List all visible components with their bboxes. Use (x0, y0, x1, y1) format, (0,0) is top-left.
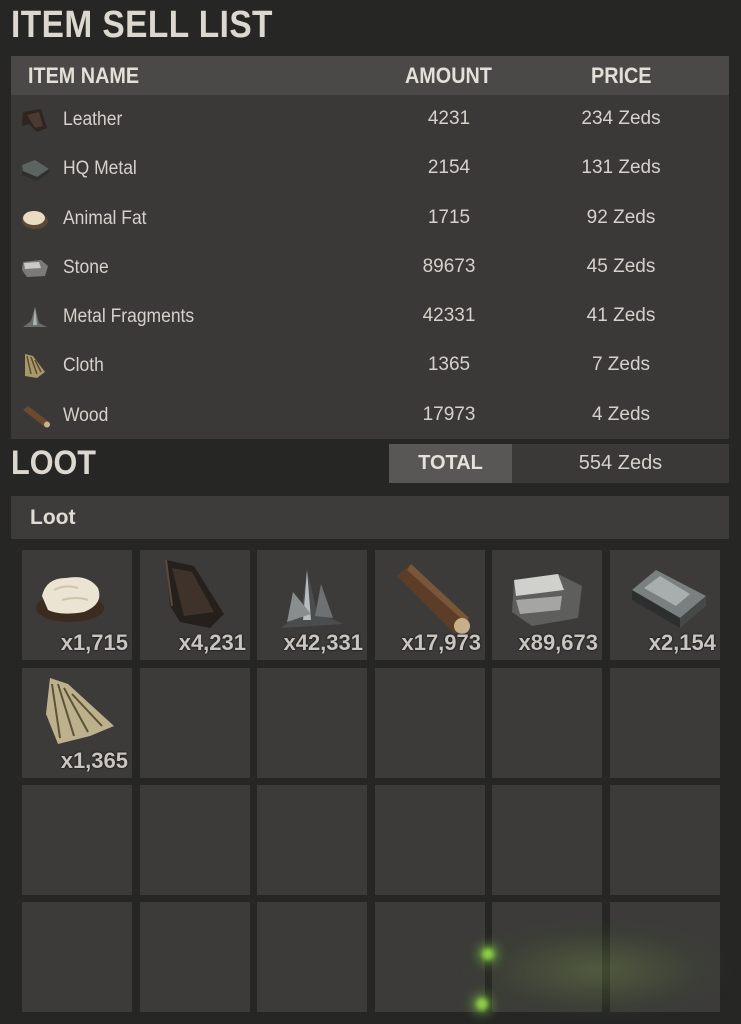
loot-slot[interactable]: x4,231 (140, 550, 250, 660)
slot-quantity: x1,715 (60, 630, 128, 655)
loot-slot[interactable]: x1,715 (22, 550, 132, 660)
empty-slot[interactable] (22, 902, 132, 1012)
metal-fragments-icon (281, 570, 343, 628)
slot-quantity: x17,973 (401, 630, 481, 655)
empty-slot[interactable] (492, 668, 602, 778)
table-header: ITEM NAME AMOUNT PRICE (11, 56, 729, 95)
stone-icon (22, 259, 48, 277)
table-row[interactable]: Animal Fat 1715 92 Zeds (11, 194, 729, 243)
table-row[interactable]: HQ Metal 2154 131 Zeds (11, 144, 729, 193)
item-price: 92 Zeds (586, 206, 656, 228)
empty-slot[interactable] (22, 785, 132, 895)
item-price: 131 Zeds (581, 157, 661, 179)
item-name: Stone (63, 256, 109, 278)
item-name: Wood (63, 404, 109, 426)
stone-icon (512, 574, 582, 626)
slot-quantity: x89,673 (518, 630, 598, 655)
table-row[interactable]: Cloth 1365 7 Zeds (11, 341, 729, 390)
table-row[interactable]: Stone 89673 45 Zeds (11, 243, 729, 292)
animal-fat-icon (36, 577, 104, 622)
empty-slot[interactable] (610, 785, 720, 895)
loot-title: LOOT (11, 444, 96, 482)
slot-quantity: x1,365 (60, 748, 128, 773)
header-price: PRICE (591, 63, 652, 88)
table-row[interactable]: Leather 4231 234 Zeds (11, 95, 729, 144)
loot-panel-label: Loot (30, 506, 76, 529)
wood-icon (397, 564, 470, 634)
hq-metal-icon (22, 160, 49, 182)
loot-slot[interactable]: x42,331 (257, 550, 367, 660)
empty-slot[interactable] (140, 785, 250, 895)
blurred-overlay (462, 920, 732, 1020)
empty-slot[interactable] (257, 785, 367, 895)
status-dot-icon (476, 998, 488, 1010)
cloth-icon (46, 678, 114, 744)
item-price: 45 Zeds (586, 255, 656, 277)
empty-slot[interactable] (140, 668, 250, 778)
item-price: 4 Zeds (591, 403, 651, 425)
empty-slot[interactable] (375, 668, 485, 778)
loot-slot[interactable]: x1,365 (22, 668, 132, 778)
hq-metal-icon (632, 570, 706, 628)
slot-quantity: x4,231 (178, 630, 246, 655)
item-amount: 1365 (427, 354, 471, 376)
empty-slot[interactable] (140, 902, 250, 1012)
item-amount: 17973 (422, 403, 476, 425)
animal-fat-icon (22, 210, 48, 229)
empty-slot[interactable] (375, 785, 485, 895)
leather-icon (165, 559, 224, 628)
item-amount: 89673 (422, 255, 476, 277)
item-price: 7 Zeds (591, 354, 651, 376)
metal-fragments-icon (23, 307, 47, 328)
wood-icon (23, 405, 50, 428)
loot-slot[interactable]: x17,973 (375, 550, 485, 660)
leather-icon (22, 109, 47, 132)
empty-slot[interactable] (257, 668, 367, 778)
sell-list-table: ITEM NAME AMOUNT PRICE Leather 4231 234 … (11, 56, 729, 439)
status-dot-icon (482, 948, 494, 960)
item-price: 41 Zeds (586, 305, 656, 327)
item-amount: 1715 (427, 206, 471, 228)
loot-slot[interactable]: x89,673 (492, 550, 602, 660)
header-item-name: ITEM NAME (28, 63, 140, 88)
table-row[interactable]: Wood 17973 4 Zeds (11, 391, 729, 440)
cloth-icon (25, 354, 45, 379)
total-label: TOTAL (389, 444, 512, 483)
table-row[interactable]: Metal Fragments 42331 41 Zeds (11, 292, 729, 341)
item-amount: 4231 (427, 108, 471, 129)
item-name: Metal Fragments (63, 306, 195, 328)
item-amount: 2154 (427, 157, 471, 179)
item-name: Leather (63, 109, 123, 130)
empty-slot[interactable] (492, 785, 602, 895)
item-price: 234 Zeds (581, 108, 661, 129)
page-title: ITEM SELL LIST (11, 4, 273, 46)
header-amount: AMOUNT (405, 63, 492, 88)
item-name: Animal Fat (63, 207, 147, 229)
loot-slot[interactable]: x2,154 (610, 550, 720, 660)
item-amount: 42331 (422, 305, 476, 327)
item-name: HQ Metal (63, 158, 137, 180)
empty-slot[interactable] (610, 668, 720, 778)
empty-slot[interactable] (257, 902, 367, 1012)
item-name: Cloth (63, 355, 104, 377)
loot-panel-header[interactable]: Loot (11, 496, 729, 539)
slot-quantity: x42,331 (283, 630, 363, 655)
slot-quantity: x2,154 (648, 630, 716, 655)
total-value: 554 Zeds (512, 444, 729, 483)
